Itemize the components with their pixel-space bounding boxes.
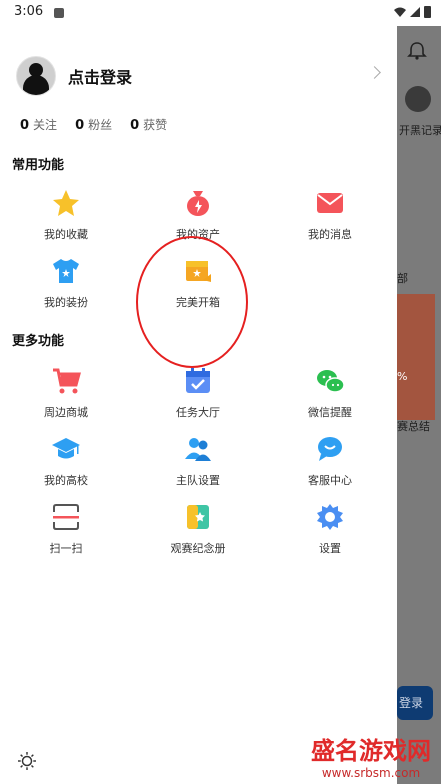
- menu-item-wechat-reminder[interactable]: 微信提醒: [270, 366, 390, 420]
- menu-item-viewing-album[interactable]: 观赛纪念册: [138, 502, 258, 556]
- sun-icon[interactable]: [18, 752, 36, 770]
- menu-item-assets[interactable]: 我的资产: [138, 188, 258, 242]
- background-button-label: 登录: [399, 696, 424, 710]
- background-login-button: 登录: [397, 686, 433, 720]
- mail-icon: [317, 193, 343, 213]
- menu-item-settings[interactable]: 设置: [270, 502, 390, 556]
- shopping-cart-icon: [53, 368, 81, 394]
- background-avatar: [405, 86, 431, 112]
- background-text: 赛总结: [397, 420, 430, 433]
- status-icons: [394, 6, 431, 18]
- bell-icon: [407, 42, 427, 60]
- login-label: 点击登录: [68, 68, 133, 87]
- watermark: 盛名游戏网 www.srbsm.com: [311, 731, 431, 780]
- signal-icon: [410, 7, 420, 17]
- star-icon: [53, 190, 79, 216]
- menu-item-shop[interactable]: 周边商城: [6, 366, 126, 420]
- side-drawer: 点击登录 0 关注 0 粉丝 0 获赞 常用功能 我的收藏 我的资产 我的消息 我的装…: [0, 26, 397, 784]
- money-bag-icon: [187, 191, 209, 216]
- scan-icon: [53, 504, 79, 530]
- menu-item-home-team[interactable]: 主队设置: [138, 434, 258, 488]
- section-title-more: 更多功能: [12, 334, 65, 349]
- wechat-icon: [317, 370, 345, 393]
- annotation-circle: [136, 236, 248, 368]
- stat-fans[interactable]: 0 粉丝: [75, 116, 112, 133]
- menu-item-outfit[interactable]: 我的装扮: [6, 256, 126, 310]
- status-time: 3:06: [14, 4, 44, 19]
- calendar-check-icon: [186, 368, 210, 393]
- avatar: [16, 56, 56, 96]
- chevron-right-icon[interactable]: [368, 66, 381, 79]
- album-icon: [187, 505, 209, 529]
- background-text: %: [397, 370, 408, 383]
- background-text: 部: [397, 272, 408, 285]
- notification-app-icon: [54, 8, 64, 18]
- menu-item-my-university[interactable]: 我的高校: [6, 434, 126, 488]
- background-app-overlay[interactable]: 开黑记录 部 % 赛总结 登录: [397, 26, 441, 784]
- menu-item-task-hall[interactable]: 任务大厅: [138, 366, 258, 420]
- graduation-cap-icon: [52, 438, 80, 459]
- menu-item-customer-service[interactable]: 客服中心: [270, 434, 390, 488]
- stat-likes[interactable]: 0 获赞: [130, 116, 167, 133]
- chat-bubble-icon: [318, 437, 342, 461]
- section-title-common: 常用功能: [12, 158, 65, 173]
- profile-stats: 0 关注 0 粉丝 0 获赞: [20, 116, 167, 133]
- background-card: [397, 294, 435, 420]
- profile-login[interactable]: 点击登录: [16, 56, 132, 96]
- background-text: 开黑记录: [399, 124, 441, 137]
- team-icon: [185, 438, 211, 461]
- tshirt-icon: [53, 259, 79, 283]
- menu-item-favorites[interactable]: 我的收藏: [6, 188, 126, 242]
- status-bar: 3:06: [0, 0, 441, 26]
- wifi-icon: [394, 7, 406, 17]
- battery-icon: [424, 6, 431, 18]
- stat-following[interactable]: 0 关注: [20, 116, 57, 133]
- menu-item-scan[interactable]: 扫一扫: [6, 502, 126, 556]
- watermark-url: www.srbsm.com: [321, 766, 421, 780]
- watermark-title: 盛名游戏网: [311, 737, 431, 765]
- menu-item-messages[interactable]: 我的消息: [270, 188, 390, 242]
- gear-icon: [317, 504, 343, 530]
